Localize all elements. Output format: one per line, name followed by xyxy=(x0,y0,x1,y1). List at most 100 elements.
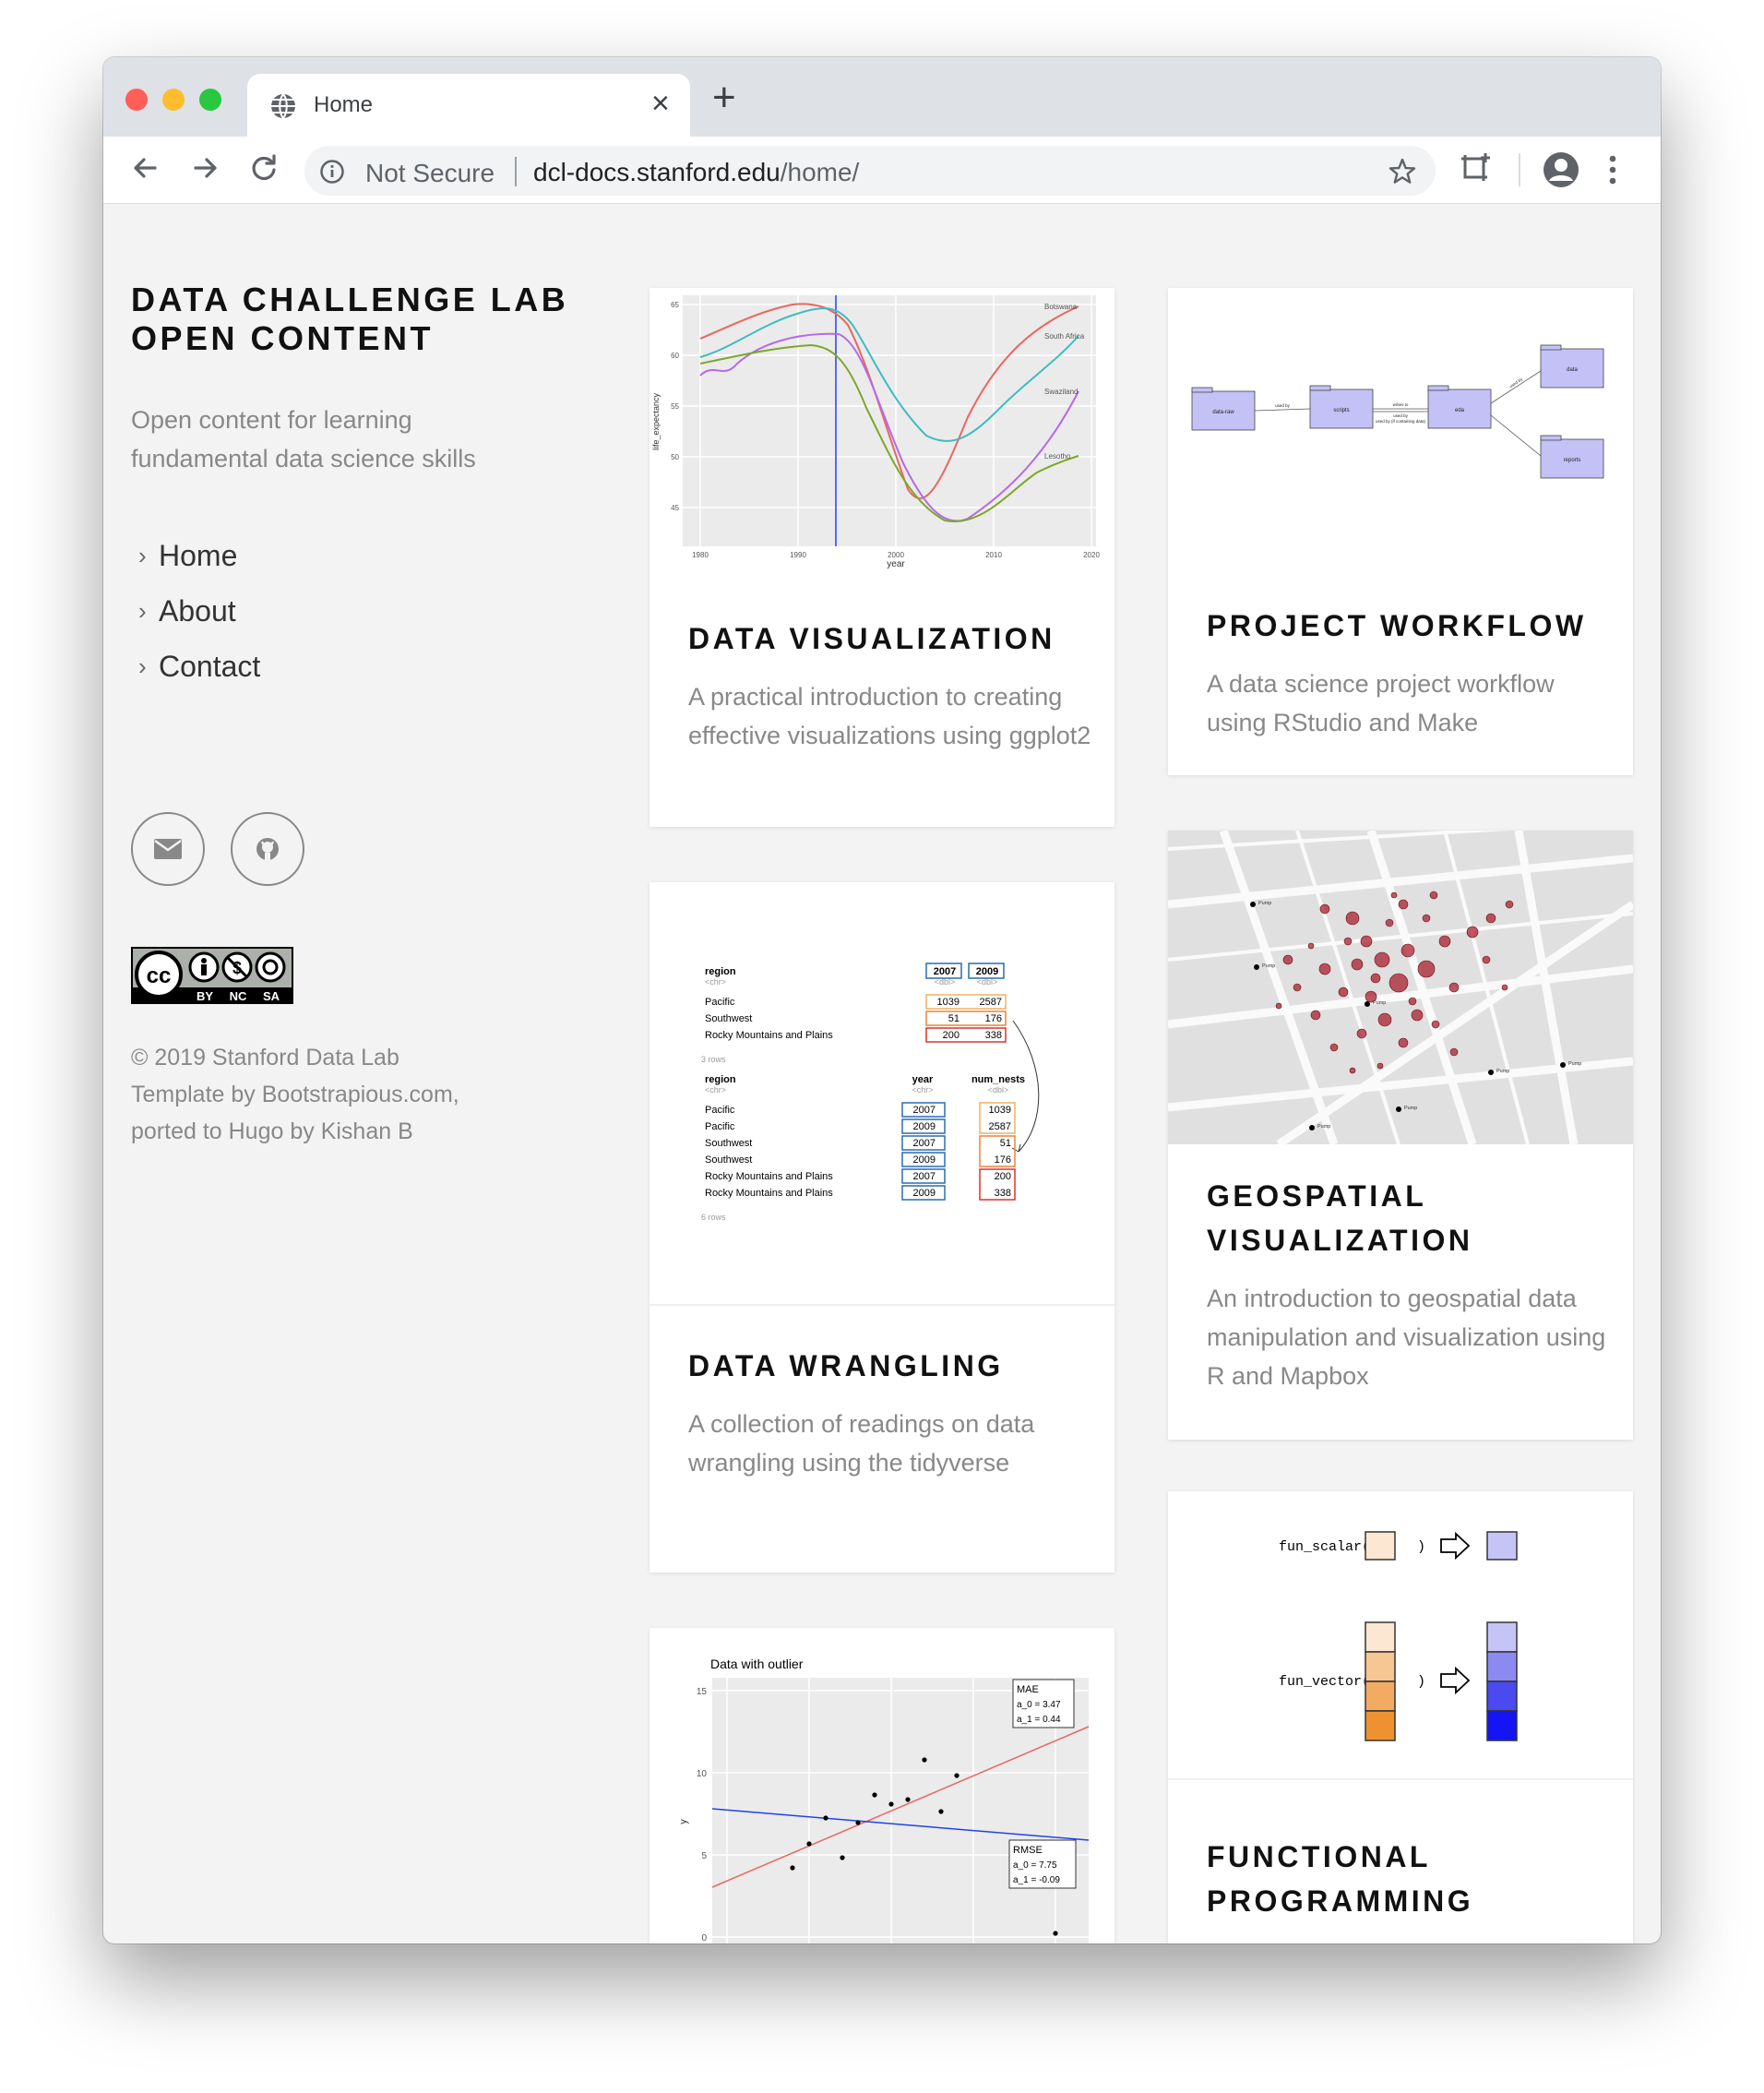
address-bar[interactable]: Not Secure dcl-docs.stanford.edu/home/ xyxy=(304,146,1436,196)
wide-header-2007: 2007 xyxy=(934,966,956,977)
long-row-1-region: Pacific xyxy=(705,1105,735,1116)
card-title-line-2: PROGRAMMING xyxy=(1207,1884,1474,1918)
footer-template-credit[interactable]: Template by Bootstrapious.com, xyxy=(131,1076,518,1113)
y-tick-50: 50 xyxy=(671,453,679,461)
close-tab-icon[interactable]: × xyxy=(651,87,670,120)
card-title[interactable]: DATA WRANGLING xyxy=(688,1344,1004,1388)
y-tick-60: 60 xyxy=(671,352,679,360)
map-pump-label-5: Pump xyxy=(1568,1061,1581,1067)
forward-icon[interactable] xyxy=(186,150,223,186)
reload-icon[interactable] xyxy=(245,150,282,186)
chevron-right-icon: › xyxy=(138,541,147,569)
wide-row-2-region: Southwest xyxy=(705,1013,752,1024)
series-label-swaziland: Swaziland xyxy=(1044,388,1078,396)
long-row-3-value: 51 xyxy=(1000,1138,1011,1149)
y-tick-65: 65 xyxy=(671,301,679,309)
model-y-tick-5: 5 xyxy=(701,1851,707,1861)
long-row-6-year: 2009 xyxy=(913,1188,936,1199)
x-tick-2020: 2020 xyxy=(1083,551,1100,559)
edge-label-writes-to: writes to xyxy=(1393,402,1409,407)
label-fun-scalar: fun_scalar( xyxy=(1279,1539,1370,1555)
info-icon[interactable] xyxy=(319,159,345,185)
nav-item-contact[interactable]: › Contact xyxy=(138,639,260,694)
security-label: Not Secure xyxy=(365,159,495,187)
card-data-wrangling[interactable]: region 2007 2009 <chr> <dbl> <dbl> Pacif… xyxy=(650,882,1114,1573)
card-title[interactable]: PROJECT WORKFLOW xyxy=(1207,604,1587,648)
minimize-window-button[interactable] xyxy=(162,89,185,111)
x-axis-label: year xyxy=(887,559,905,569)
email-button[interactable] xyxy=(131,812,205,886)
menu-kebab-icon[interactable] xyxy=(1603,151,1622,188)
nav-item-home[interactable]: › Home xyxy=(138,528,260,583)
card-model-evaluation[interactable]: Data with outlier 15 10 5 0 y MAE a_0 = … xyxy=(650,1628,1114,1944)
pivot-table-diagram-thumbnail: region 2007 2009 <chr> <dbl> <dbl> Pacif… xyxy=(650,963,1114,1306)
address-separator xyxy=(515,157,517,186)
nav-item-about[interactable]: › About xyxy=(138,583,260,639)
card-title-line-2: VISUALIZATION xyxy=(1207,1224,1473,1257)
zoom-window-button[interactable] xyxy=(199,89,221,111)
long-row-1-value: 1039 xyxy=(989,1105,1011,1116)
tab-home[interactable]: Home × xyxy=(247,74,690,137)
wide-row-3-2007: 200 xyxy=(943,1030,959,1041)
wide-row-1-2009: 2587 xyxy=(980,997,1002,1008)
model-y-tick-10: 10 xyxy=(697,1769,708,1779)
legend-mae-title: MAE xyxy=(1017,1684,1039,1695)
model-y-tick-0: 0 xyxy=(701,1933,707,1944)
url-host: dcl-docs.stanford.edu xyxy=(533,158,781,186)
legend-rmse: RMSE a_0 = 7.75 a_1 = -0.09 xyxy=(1008,1839,1077,1889)
tab-title: Home xyxy=(314,92,374,117)
site-tagline: Open content for learning fundamental da… xyxy=(131,406,476,472)
card-title[interactable]: GEOSPATIAL VISUALIZATION xyxy=(1207,1174,1472,1262)
x-tick-1980: 1980 xyxy=(692,551,709,559)
profile-avatar-icon[interactable] xyxy=(1541,150,1581,190)
model-y-tick-15: 15 xyxy=(697,1687,708,1697)
card-title[interactable]: DATA VISUALIZATION xyxy=(688,616,1055,661)
long-row-5-region: Rocky Mountains and Plains xyxy=(705,1171,833,1182)
footer-port-credit[interactable]: ported to Hugo by Kishan B xyxy=(131,1113,518,1150)
card-description: A practical introduction to creating eff… xyxy=(688,683,1091,749)
close-window-button[interactable] xyxy=(125,89,148,111)
node-reports: reports xyxy=(1564,458,1581,463)
wide-type-region: <chr> xyxy=(705,977,726,987)
long-row-5-year: 2007 xyxy=(913,1171,936,1182)
globe-icon xyxy=(271,93,295,119)
site-title[interactable]: DATA CHALLENGE LAB OPEN CONTENT xyxy=(131,281,611,358)
cholera-map-thumbnail: Pump Pump Pump Pump Pump Pump Pump xyxy=(1168,831,1633,1144)
card-geospatial-visualization[interactable]: Pump Pump Pump Pump Pump Pump Pump GEOSP… xyxy=(1168,831,1633,1440)
long-header-year: year xyxy=(912,1074,934,1085)
edge-label-used-by-2: used by xyxy=(1393,413,1409,418)
node-eda: eda xyxy=(1455,408,1465,413)
card-project-workflow[interactable]: data-raw scripts eda data reports used b… xyxy=(1168,288,1633,775)
card-functional-programming[interactable]: fun_scalar( ) fun_vector( ) FUNCTIONAL P… xyxy=(1168,1491,1633,1944)
long-type-region: <chr> xyxy=(705,1085,726,1094)
bookmark-star-icon[interactable] xyxy=(1388,157,1417,186)
long-type-year: <chr> xyxy=(912,1085,933,1094)
scalar-close-paren: ) xyxy=(1417,1539,1425,1555)
github-button[interactable] xyxy=(231,812,304,886)
wide-row-2-2009: 176 xyxy=(985,1013,1002,1024)
long-type-num-nests: <dbl> xyxy=(988,1085,1009,1094)
vectorized-function-diagram-thumbnail: fun_scalar( ) fun_vector( ) xyxy=(1168,1531,1633,1780)
x-tick-2010: 2010 xyxy=(985,551,1002,559)
card-data-visualization[interactable]: 65 60 55 50 45 1980 1990 2000 2010 2020 … xyxy=(650,288,1114,827)
legend-mae: MAE a_0 = 3.47 a_1 = 0.44 xyxy=(1012,1679,1075,1728)
envelope-icon xyxy=(154,839,182,859)
map-pump-label-7: Pump xyxy=(1317,1124,1330,1130)
card-title[interactable]: FUNCTIONAL PROGRAMMING xyxy=(1207,1835,1473,1923)
browser-toolbar: Not Secure dcl-docs.stanford.edu/home/ xyxy=(103,137,1661,204)
map-pump-label-2: Pump xyxy=(1262,963,1275,969)
screenshot-crop-icon[interactable] xyxy=(1458,150,1495,186)
model-chart-title: Data with outlier xyxy=(710,1656,804,1671)
card-description: A data science project workflow using RS… xyxy=(1207,670,1555,736)
legend-mae-a1: a_1 = 0.44 xyxy=(1017,1715,1061,1725)
new-tab-button[interactable]: + xyxy=(712,78,736,118)
wide-header-region: region xyxy=(705,966,736,977)
back-icon[interactable] xyxy=(127,150,164,186)
vector-close-paren: ) xyxy=(1417,1674,1425,1690)
card-description: An introduction to geospatial data manip… xyxy=(1207,1285,1606,1390)
toolbar-divider xyxy=(1519,153,1520,186)
creative-commons-license-badge[interactable]: cc $ BY NC SA xyxy=(131,947,293,1004)
long-row-count: 6 rows xyxy=(701,1213,726,1222)
site-footer: © 2019 Stanford Data Lab Template by Boo… xyxy=(131,1039,518,1150)
edge-label-used-by: used by xyxy=(1275,403,1291,408)
